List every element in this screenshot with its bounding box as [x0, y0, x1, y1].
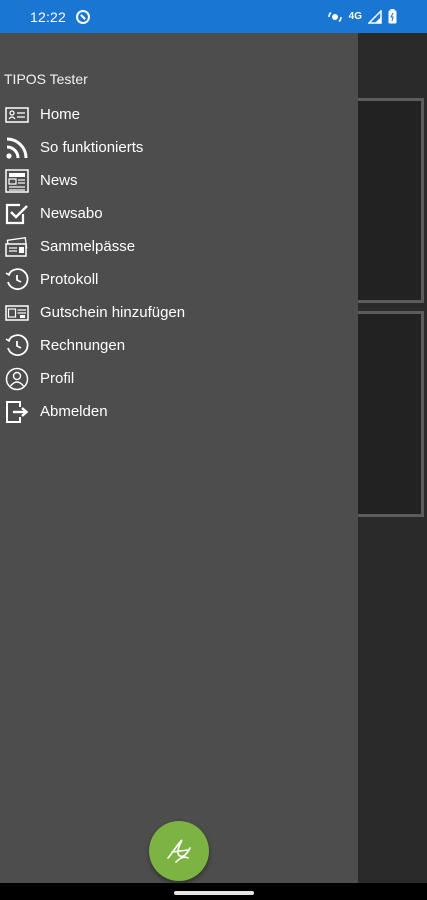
battery-icon	[388, 9, 397, 24]
menu-item-label: News	[40, 172, 78, 189]
signature-logo-icon	[167, 839, 191, 863]
voucher-icon	[5, 301, 29, 325]
menu-item-profil[interactable]: Profil	[0, 362, 358, 395]
menu-item-label: Home	[40, 106, 81, 123]
menu-item-sammelpaesse[interactable]: Sammelpässe	[0, 230, 358, 263]
system-nav-bar	[0, 883, 427, 900]
network-type-label: 4G	[348, 11, 362, 22]
menu-item-label: Protokoll	[40, 271, 99, 288]
menu-item-newsabo[interactable]: Newsabo	[0, 197, 358, 230]
logout-icon	[5, 400, 29, 424]
menu-item-protokoll[interactable]: Protokoll	[0, 263, 358, 296]
brand-fab-button[interactable]	[149, 821, 209, 881]
menu-item-news[interactable]: News	[0, 164, 358, 197]
menu-item-label: Profil	[40, 370, 75, 387]
id-card-icon	[5, 103, 29, 127]
menu-item-add-voucher[interactable]: Gutschein hinzufügen	[0, 296, 358, 329]
sync-icon	[327, 11, 342, 22]
status-bar: 12:22 4G	[0, 0, 427, 33]
profile-icon	[5, 367, 29, 391]
menu-item-how-it-works[interactable]: So funktionierts	[0, 131, 358, 164]
signal-icon	[368, 9, 382, 24]
menu-item-label: Gutschein hinzufügen	[40, 304, 186, 321]
history-icon	[5, 333, 29, 358]
menu-item-rechnungen[interactable]: Rechnungen	[0, 329, 358, 362]
drawer-user-name: TIPOS Tester	[4, 71, 88, 87]
status-icons: 4G	[327, 9, 397, 24]
newspaper-icon	[5, 168, 29, 193]
menu-item-label: Sammelpässe	[40, 238, 136, 255]
tickets-icon	[5, 235, 29, 259]
home-gesture-handle[interactable]	[174, 891, 254, 895]
status-time: 12:22	[30, 8, 67, 25]
drawer-menu: Home So funktionierts News Newsabo Samme…	[0, 98, 358, 428]
menu-item-abmelden[interactable]: Abmelden	[0, 395, 358, 428]
history-icon	[5, 267, 29, 292]
rss-icon	[5, 136, 29, 160]
navigation-drawer: TIPOS Tester Home So funktionierts News	[0, 33, 358, 883]
checkbox-icon	[5, 202, 29, 226]
menu-item-label: Rechnungen	[40, 337, 126, 354]
dnd-icon	[76, 9, 91, 24]
menu-item-label: So funktionierts	[40, 139, 144, 156]
menu-item-label: Abmelden	[40, 403, 108, 420]
menu-item-label: Newsabo	[40, 205, 103, 222]
menu-item-home[interactable]: Home	[0, 98, 358, 131]
